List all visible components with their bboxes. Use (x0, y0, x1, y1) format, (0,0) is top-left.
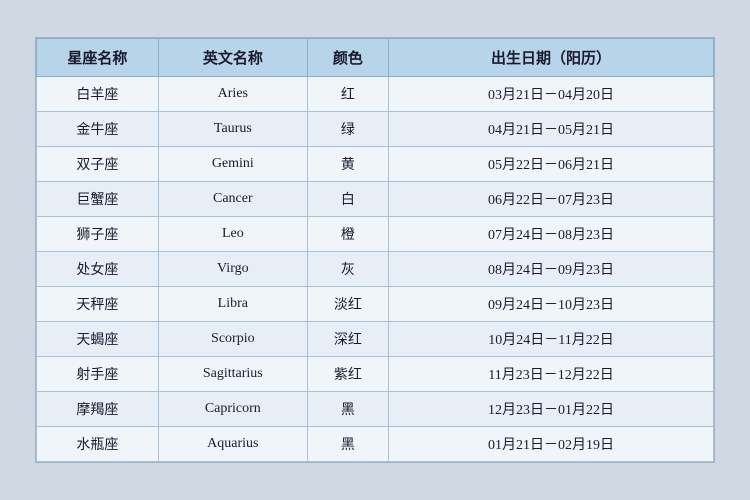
table-row: 金牛座Taurus绿04月21日－05月21日 (37, 112, 714, 147)
cell-date: 04月21日－05月21日 (389, 112, 714, 147)
cell-chinese: 巨蟹座 (37, 182, 159, 217)
table-row: 狮子座Leo橙07月24日－08月23日 (37, 217, 714, 252)
cell-date: 03月21日－04月20日 (389, 77, 714, 112)
cell-date: 10月24日－11月22日 (389, 322, 714, 357)
table-row: 水瓶座Aquarius黑01月21日－02月19日 (37, 427, 714, 462)
zodiac-table: 星座名称 英文名称 颜色 出生日期（阳历） 白羊座Aries红03月21日－04… (36, 38, 714, 462)
header-color: 颜色 (307, 39, 388, 77)
cell-date: 11月23日－12月22日 (389, 357, 714, 392)
cell-date: 09月24日－10月23日 (389, 287, 714, 322)
cell-color: 淡红 (307, 287, 388, 322)
cell-date: 05月22日－06月21日 (389, 147, 714, 182)
header-english: 英文名称 (158, 39, 307, 77)
cell-date: 06月22日－07月23日 (389, 182, 714, 217)
table-row: 白羊座Aries红03月21日－04月20日 (37, 77, 714, 112)
cell-chinese: 射手座 (37, 357, 159, 392)
table-row: 摩羯座Capricorn黑12月23日－01月22日 (37, 392, 714, 427)
cell-color: 橙 (307, 217, 388, 252)
cell-chinese: 摩羯座 (37, 392, 159, 427)
cell-english: Aries (158, 77, 307, 112)
cell-english: Leo (158, 217, 307, 252)
cell-chinese: 天蝎座 (37, 322, 159, 357)
table-row: 处女座Virgo灰08月24日－09月23日 (37, 252, 714, 287)
table-row: 双子座Gemini黄05月22日－06月21日 (37, 147, 714, 182)
cell-english: Libra (158, 287, 307, 322)
table-row: 天蝎座Scorpio深红10月24日－11月22日 (37, 322, 714, 357)
cell-color: 黑 (307, 392, 388, 427)
cell-color: 黄 (307, 147, 388, 182)
table-row: 天秤座Libra淡红09月24日－10月23日 (37, 287, 714, 322)
cell-date: 01月21日－02月19日 (389, 427, 714, 462)
cell-chinese: 金牛座 (37, 112, 159, 147)
header-date: 出生日期（阳历） (389, 39, 714, 77)
header-chinese: 星座名称 (37, 39, 159, 77)
cell-chinese: 天秤座 (37, 287, 159, 322)
cell-date: 12月23日－01月22日 (389, 392, 714, 427)
table-row: 巨蟹座Cancer白06月22日－07月23日 (37, 182, 714, 217)
table-header-row: 星座名称 英文名称 颜色 出生日期（阳历） (37, 39, 714, 77)
cell-color: 灰 (307, 252, 388, 287)
cell-english: Scorpio (158, 322, 307, 357)
cell-color: 红 (307, 77, 388, 112)
cell-chinese: 水瓶座 (37, 427, 159, 462)
cell-date: 08月24日－09月23日 (389, 252, 714, 287)
cell-chinese: 处女座 (37, 252, 159, 287)
cell-chinese: 双子座 (37, 147, 159, 182)
cell-english: Taurus (158, 112, 307, 147)
cell-date: 07月24日－08月23日 (389, 217, 714, 252)
cell-color: 绿 (307, 112, 388, 147)
cell-english: Capricorn (158, 392, 307, 427)
cell-english: Virgo (158, 252, 307, 287)
cell-color: 紫红 (307, 357, 388, 392)
cell-chinese: 狮子座 (37, 217, 159, 252)
cell-color: 深红 (307, 322, 388, 357)
cell-color: 黑 (307, 427, 388, 462)
cell-color: 白 (307, 182, 388, 217)
cell-chinese: 白羊座 (37, 77, 159, 112)
zodiac-table-container: 星座名称 英文名称 颜色 出生日期（阳历） 白羊座Aries红03月21日－04… (35, 37, 715, 463)
cell-english: Aquarius (158, 427, 307, 462)
cell-english: Gemini (158, 147, 307, 182)
table-row: 射手座Sagittarius紫红11月23日－12月22日 (37, 357, 714, 392)
cell-english: Sagittarius (158, 357, 307, 392)
cell-english: Cancer (158, 182, 307, 217)
